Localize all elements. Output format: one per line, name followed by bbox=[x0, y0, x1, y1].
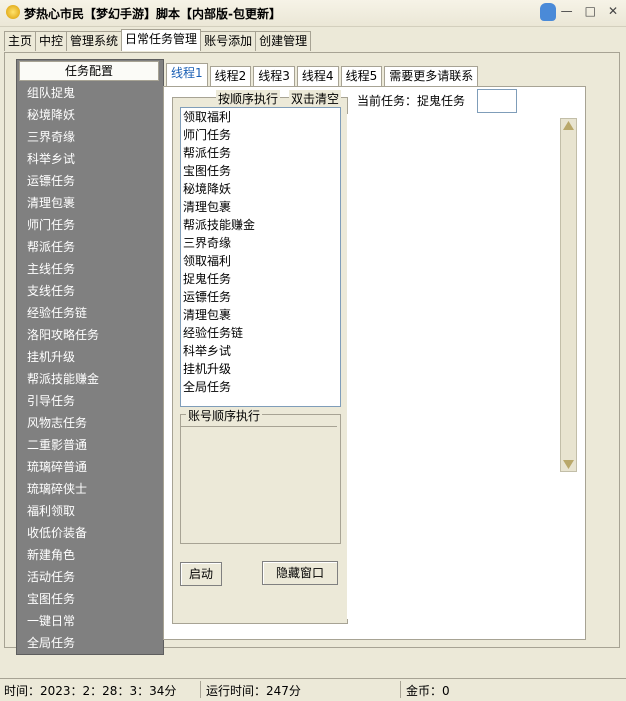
list-item[interactable]: 帮派技能赚金 bbox=[183, 216, 255, 234]
list-item[interactable]: 秘境降妖 bbox=[183, 180, 255, 198]
tab-management[interactable]: 管理系统 bbox=[66, 31, 123, 51]
app-icon bbox=[6, 5, 20, 19]
list-item[interactable]: 全局任务 bbox=[183, 378, 255, 396]
status-runtime: 运行时间：247分 bbox=[206, 684, 301, 698]
tab-create[interactable]: 创建管理 bbox=[255, 31, 312, 51]
task-config-item[interactable]: 主线任务 bbox=[27, 258, 99, 280]
tab-thread-4[interactable]: 线程4 bbox=[296, 66, 339, 86]
sequence-group-title: 按顺序执行 bbox=[216, 90, 281, 107]
tab-daily-tasks[interactable]: 日常任务管理 bbox=[121, 29, 202, 51]
tab-thread-3[interactable]: 线程3 bbox=[253, 66, 295, 86]
tab-add-account[interactable]: 账号添加 bbox=[200, 31, 257, 51]
task-config-item[interactable]: 新建角色 bbox=[27, 544, 99, 566]
list-item[interactable]: 经验任务链 bbox=[183, 324, 255, 342]
task-config-item[interactable]: 一键日常 bbox=[27, 610, 99, 632]
tab-control[interactable]: 中控 bbox=[35, 31, 68, 51]
current-task-label: 当前任务：捉鬼任务 bbox=[357, 94, 466, 108]
list-item[interactable]: 运镖任务 bbox=[183, 288, 255, 306]
start-button[interactable]: 启动 bbox=[180, 562, 222, 586]
task-config-item[interactable]: 帮派任务 bbox=[27, 236, 99, 258]
task-config-item[interactable]: 琉璃碎普通 bbox=[27, 456, 99, 478]
task-config-item[interactable]: 帮派技能赚金 bbox=[27, 368, 99, 390]
task-config-item[interactable]: 清理包裹 bbox=[27, 192, 99, 214]
tab-thread-5[interactable]: 线程5 bbox=[340, 66, 383, 86]
task-config-item[interactable]: 支线任务 bbox=[27, 280, 99, 302]
main-tab-bar: 主页 中控 管理系统 日常任务管理 账号添加 创建管理 bbox=[4, 29, 312, 51]
task-sequence-items: 领取福利 师门任务 帮派任务 宝图任务 秘境降妖 清理包裹 帮派技能赚金 三界奇… bbox=[183, 108, 255, 396]
list-item[interactable]: 帮派任务 bbox=[183, 144, 255, 162]
task-config-item[interactable]: 风物志任务 bbox=[27, 412, 99, 434]
list-item[interactable]: 科举乡试 bbox=[183, 342, 255, 360]
list-item[interactable]: 师门任务 bbox=[183, 126, 255, 144]
close-button[interactable]: ✕ bbox=[608, 4, 618, 18]
task-config-item[interactable]: 秘境降妖 bbox=[27, 104, 99, 126]
task-config-panel: 任务配置 组队捉鬼 秘境降妖 三界奇缘 科举乡试 运镖任务 清理包裹 师门任务 … bbox=[16, 59, 164, 655]
task-config-item[interactable]: 挂机升级 bbox=[27, 346, 99, 368]
list-item[interactable]: 清理包裹 bbox=[183, 306, 255, 324]
task-config-item[interactable]: 宝图任务 bbox=[27, 588, 99, 610]
task-config-item[interactable]: 运镖任务 bbox=[27, 170, 99, 192]
list-item[interactable]: 领取福利 bbox=[183, 252, 255, 270]
task-config-item[interactable]: 收低价装备 bbox=[27, 522, 99, 544]
task-config-item[interactable]: 三界奇缘 bbox=[27, 126, 99, 148]
scroll-down-icon[interactable] bbox=[562, 458, 575, 470]
task-config-item[interactable]: 组队捉鬼 bbox=[27, 82, 99, 104]
assistant-icon[interactable] bbox=[540, 3, 556, 21]
task-config-item[interactable]: 活动任务 bbox=[27, 566, 99, 588]
task-config-item[interactable]: 洛阳攻略任务 bbox=[27, 324, 99, 346]
account-sequence-title: 账号顺序执行 bbox=[186, 407, 263, 424]
task-config-item[interactable]: 福利领取 bbox=[27, 500, 99, 522]
list-item[interactable]: 宝图任务 bbox=[183, 162, 255, 180]
tab-home[interactable]: 主页 bbox=[4, 31, 37, 51]
list-item[interactable]: 三界奇缘 bbox=[183, 234, 255, 252]
task-config-item[interactable]: 二重影普通 bbox=[27, 434, 99, 456]
status-bar: 时间：2023：2：28：3：34分 运行时间：247分 金币：0 bbox=[0, 678, 626, 701]
list-item[interactable]: 捉鬼任务 bbox=[183, 270, 255, 288]
task-config-item[interactable]: 科举乡试 bbox=[27, 148, 99, 170]
current-task-field[interactable] bbox=[477, 89, 517, 113]
task-config-item[interactable]: 师门任务 bbox=[27, 214, 99, 236]
task-config-item[interactable]: 引导任务 bbox=[27, 390, 99, 412]
tab-contact-more[interactable]: 需要更多请联系 bbox=[384, 66, 479, 86]
task-config-item[interactable]: 全局任务 bbox=[27, 632, 99, 654]
status-time: 时间：2023：2：28：3：34分 bbox=[4, 684, 177, 698]
status-divider bbox=[200, 681, 201, 698]
list-item[interactable]: 清理包裹 bbox=[183, 198, 255, 216]
task-config-item[interactable]: 经验任务链 bbox=[27, 302, 99, 324]
task-config-header[interactable]: 任务配置 bbox=[19, 61, 159, 81]
title-bar: 梦热心市民【梦幻手游】脚本【内部版-包更新】 — □ ✕ bbox=[0, 0, 626, 27]
maximize-button[interactable]: □ bbox=[585, 4, 596, 18]
log-area bbox=[347, 114, 576, 619]
account-sequence-list[interactable] bbox=[181, 426, 337, 541]
window-title: 梦热心市民【梦幻手游】脚本【内部版-包更新】 bbox=[24, 7, 281, 21]
log-scrollbar[interactable] bbox=[560, 118, 577, 472]
status-gold: 金币：0 bbox=[406, 684, 450, 698]
scroll-up-icon[interactable] bbox=[562, 120, 575, 132]
thread-tab-bar: 线程1 线程2 线程3 线程4 线程5 需要更多请联系 bbox=[166, 63, 480, 86]
list-item[interactable]: 领取福利 bbox=[183, 108, 255, 126]
task-config-item[interactable]: 琉璃碎侠士 bbox=[27, 478, 99, 500]
list-item[interactable]: 挂机升级 bbox=[183, 360, 255, 378]
hide-window-button[interactable]: 隐藏窗口 bbox=[262, 561, 338, 585]
task-config-list: 组队捉鬼 秘境降妖 三界奇缘 科举乡试 运镖任务 清理包裹 师门任务 帮派任务 … bbox=[27, 82, 99, 654]
tab-thread-2[interactable]: 线程2 bbox=[209, 66, 252, 86]
double-click-clear-label: 双击清空 bbox=[289, 90, 342, 107]
minimize-button[interactable]: — bbox=[561, 4, 573, 18]
tab-thread-1[interactable]: 线程1 bbox=[166, 63, 208, 86]
status-divider bbox=[400, 681, 401, 698]
